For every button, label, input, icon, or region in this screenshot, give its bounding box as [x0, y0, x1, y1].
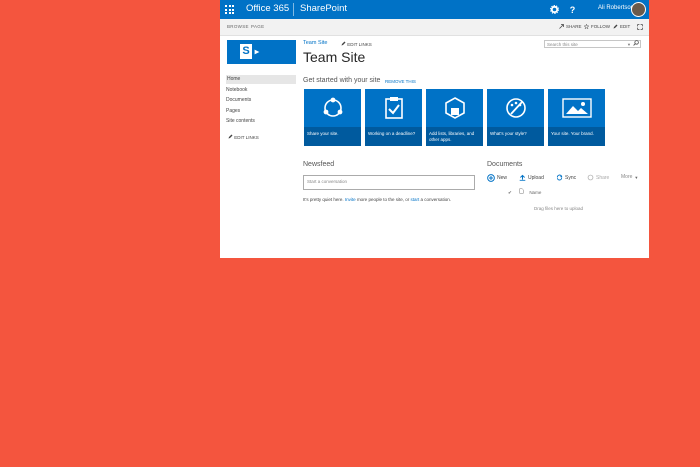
pencil-icon: [613, 24, 618, 29]
apps-icon: [426, 89, 483, 127]
tab-browse[interactable]: BROWSE: [227, 24, 249, 29]
remove-this-link[interactable]: REMOVE THIS: [385, 79, 416, 84]
upload-button[interactable]: Upload: [519, 174, 544, 181]
upload-label: Upload: [528, 174, 544, 181]
top-edit-links[interactable]: EDIT LINKS: [341, 41, 372, 47]
sync-button[interactable]: Sync: [556, 174, 576, 181]
newsfeed-empty-message: It's pretty quiet here. Invite more peop…: [303, 197, 451, 202]
nav-item-site-contents[interactable]: Site contents: [226, 118, 255, 124]
newsfeed-title: Newsfeed: [303, 161, 335, 168]
checkmark-icon[interactable]: ✔: [508, 190, 512, 195]
share-icon: [559, 24, 564, 29]
start-conversation-link[interactable]: start: [410, 197, 419, 202]
plus-circle-icon: [487, 174, 495, 182]
sync-label: Sync: [565, 174, 577, 181]
more-label: More: [621, 174, 633, 180]
nav-edit-links[interactable]: EDIT LINKS: [228, 134, 259, 140]
avatar[interactable]: [631, 2, 646, 17]
share-icon: [587, 174, 594, 181]
pencil-icon: [341, 41, 346, 46]
sync-icon: [556, 174, 563, 181]
search-icon[interactable]: [633, 40, 639, 49]
suite-bar: Office 365 SharePoint ? Ali Robertson: [220, 0, 649, 19]
documents-header-row: ✔ Name: [508, 188, 541, 196]
drop-zone[interactable]: Drag files here to upload: [534, 206, 583, 211]
chevron-down-icon[interactable]: ▼: [627, 41, 631, 48]
search-input[interactable]: Search this site ▼: [544, 40, 641, 48]
user-name[interactable]: Ali Robertson: [598, 5, 634, 11]
tab-page[interactable]: PAGE: [251, 24, 264, 29]
chevron-down-icon: ▼: [634, 174, 639, 180]
tile-add-apps[interactable]: Add lists, libraries, and other apps.: [426, 89, 483, 146]
brand-label[interactable]: Office 365: [246, 3, 289, 14]
clipboard-check-icon: [365, 89, 422, 127]
page-title: Team Site: [303, 49, 366, 65]
pencil-icon: [228, 134, 233, 139]
share-doc-label: Share: [596, 174, 610, 181]
tile-brand[interactable]: Your site. Your brand.: [548, 89, 605, 146]
top-edit-links-label: EDIT LINKS: [347, 42, 372, 47]
file-icon: [519, 188, 525, 195]
upload-icon: [519, 174, 526, 181]
quiet-middle: more people to the site, or: [356, 197, 410, 202]
new-label: New: [497, 175, 508, 181]
tile-caption: Share your site.: [304, 127, 361, 146]
new-document-button[interactable]: New: [487, 174, 507, 182]
share-doc-button[interactable]: Share: [587, 174, 609, 181]
nav-item-pages[interactable]: Pages: [226, 108, 240, 114]
nav-edit-links-label: EDIT LINKS: [234, 135, 259, 140]
site-logo[interactable]: S: [227, 40, 296, 64]
tile-share-site[interactable]: Share your site.: [304, 89, 361, 146]
nav-item-home[interactable]: Home: [226, 75, 296, 84]
tile-caption: Add lists, libraries, and other apps.: [426, 127, 483, 146]
tile-caption: What's your style?: [487, 127, 544, 146]
quiet-suffix: a conversation.: [420, 197, 452, 202]
edit-label: EDIT: [620, 24, 631, 29]
follow-button[interactable]: FOLLOW: [584, 24, 610, 29]
more-button[interactable]: More ▼: [621, 174, 638, 180]
search-placeholder: Search this site: [547, 42, 578, 47]
help-icon[interactable]: ?: [563, 0, 582, 19]
get-started-title: Get started with your site: [303, 77, 381, 84]
follow-label: FOLLOW: [591, 24, 611, 29]
share-label: SHARE: [566, 24, 582, 29]
logo-arrow-icon: [254, 49, 260, 57]
app-launcher-icon[interactable]: [220, 0, 239, 19]
suite-divider: [293, 3, 294, 16]
palette-icon: [487, 89, 544, 127]
sharepoint-window: Office 365 SharePoint ? Ali Robertson BR…: [220, 0, 649, 258]
share-icon: [304, 89, 361, 127]
conversation-input[interactable]: Start a conversation: [303, 175, 475, 190]
nav-item-documents[interactable]: Documents: [226, 97, 251, 103]
focus-content-icon[interactable]: [637, 24, 643, 30]
ribbon: BROWSE PAGE SHARE FOLLOW EDIT: [220, 19, 649, 36]
site-logo-letter: S: [240, 44, 252, 59]
quiet-prefix: It's pretty quiet here.: [303, 197, 344, 202]
nav-item-notebook[interactable]: Notebook: [226, 87, 247, 93]
invite-link[interactable]: Invite: [345, 197, 356, 202]
breadcrumb[interactable]: Team Site: [303, 40, 327, 46]
tile-caption: Your site. Your brand.: [548, 127, 605, 146]
image-icon: [548, 89, 605, 127]
tile-caption: Working on a deadline?: [365, 127, 422, 146]
documents-title: Documents: [487, 161, 523, 168]
edit-button[interactable]: EDIT: [613, 24, 630, 29]
gear-icon[interactable]: [545, 0, 564, 19]
share-button[interactable]: SHARE: [559, 24, 582, 29]
tile-style[interactable]: What's your style?: [487, 89, 544, 146]
name-column-header[interactable]: Name: [529, 190, 541, 195]
tile-deadline[interactable]: Working on a deadline?: [365, 89, 422, 146]
star-icon: [584, 24, 589, 29]
app-name[interactable]: SharePoint: [300, 3, 347, 14]
conversation-placeholder: Start a conversation: [307, 179, 348, 184]
